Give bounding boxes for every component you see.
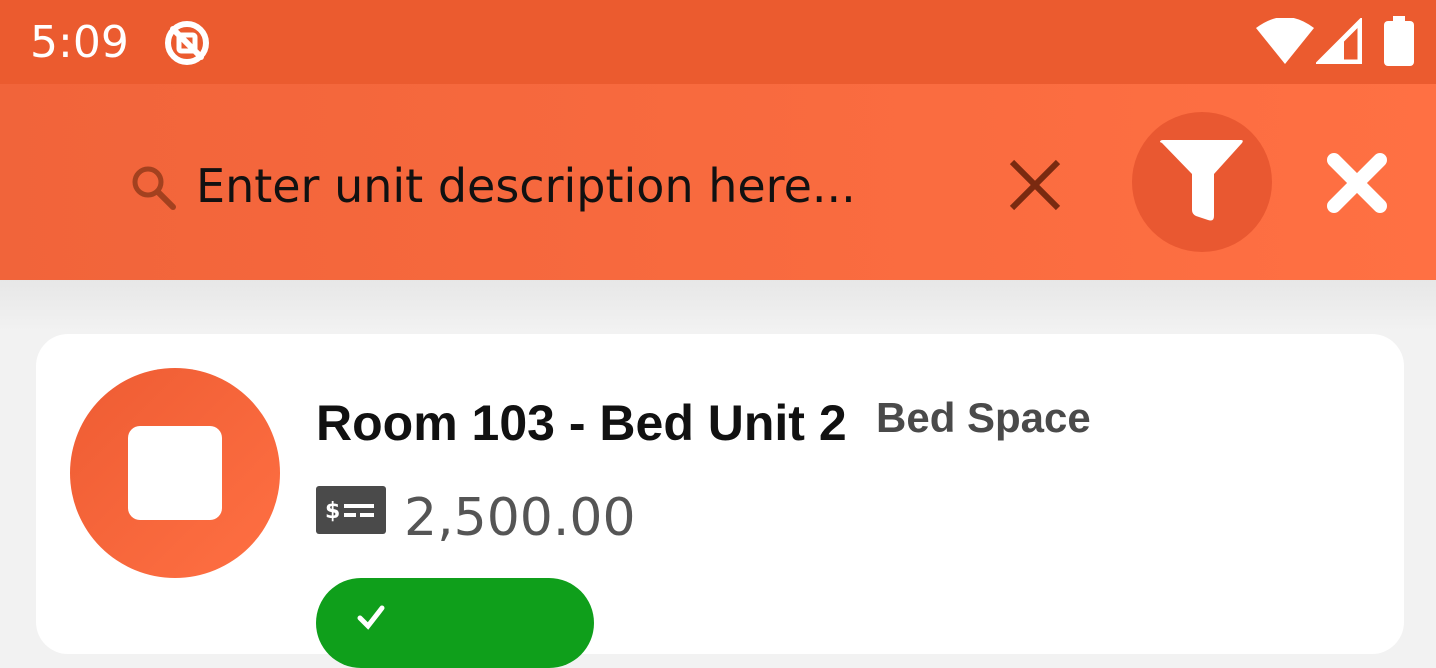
check-icon	[357, 605, 385, 630]
money-bill-icon: $	[316, 486, 386, 534]
no-lock-circle-icon	[165, 21, 209, 65]
filter-funnel-icon	[1160, 140, 1243, 221]
status-bar: 5:09	[0, 0, 1436, 84]
stop-square-icon	[128, 426, 222, 520]
search-icon	[132, 166, 176, 210]
availability-status-badge[interactable]	[316, 578, 594, 668]
search-input[interactable]	[196, 154, 976, 218]
unit-avatar	[70, 368, 280, 578]
close-search-button[interactable]	[1320, 146, 1394, 220]
clear-search-button[interactable]	[1002, 152, 1068, 218]
status-time: 5:09	[30, 17, 129, 68]
search-toolbar	[0, 84, 1436, 280]
svg-text:$: $	[325, 499, 340, 524]
unit-price: 2,500.00	[404, 488, 636, 548]
unit-type: Bed Space	[876, 394, 1091, 441]
battery-icon	[1384, 16, 1414, 66]
filter-button[interactable]	[1132, 112, 1272, 252]
unit-title: Room 103 - Bed Unit 2	[316, 395, 847, 451]
wifi-icon	[1256, 18, 1314, 64]
signal-icon	[1316, 18, 1362, 64]
clear-x-icon	[1009, 159, 1061, 211]
unit-card[interactable]: Room 103 - Bed Unit 2 Bed Space $ 2,500.…	[36, 334, 1404, 668]
content-top-shadow	[0, 280, 1436, 332]
close-x-icon	[1327, 153, 1387, 213]
